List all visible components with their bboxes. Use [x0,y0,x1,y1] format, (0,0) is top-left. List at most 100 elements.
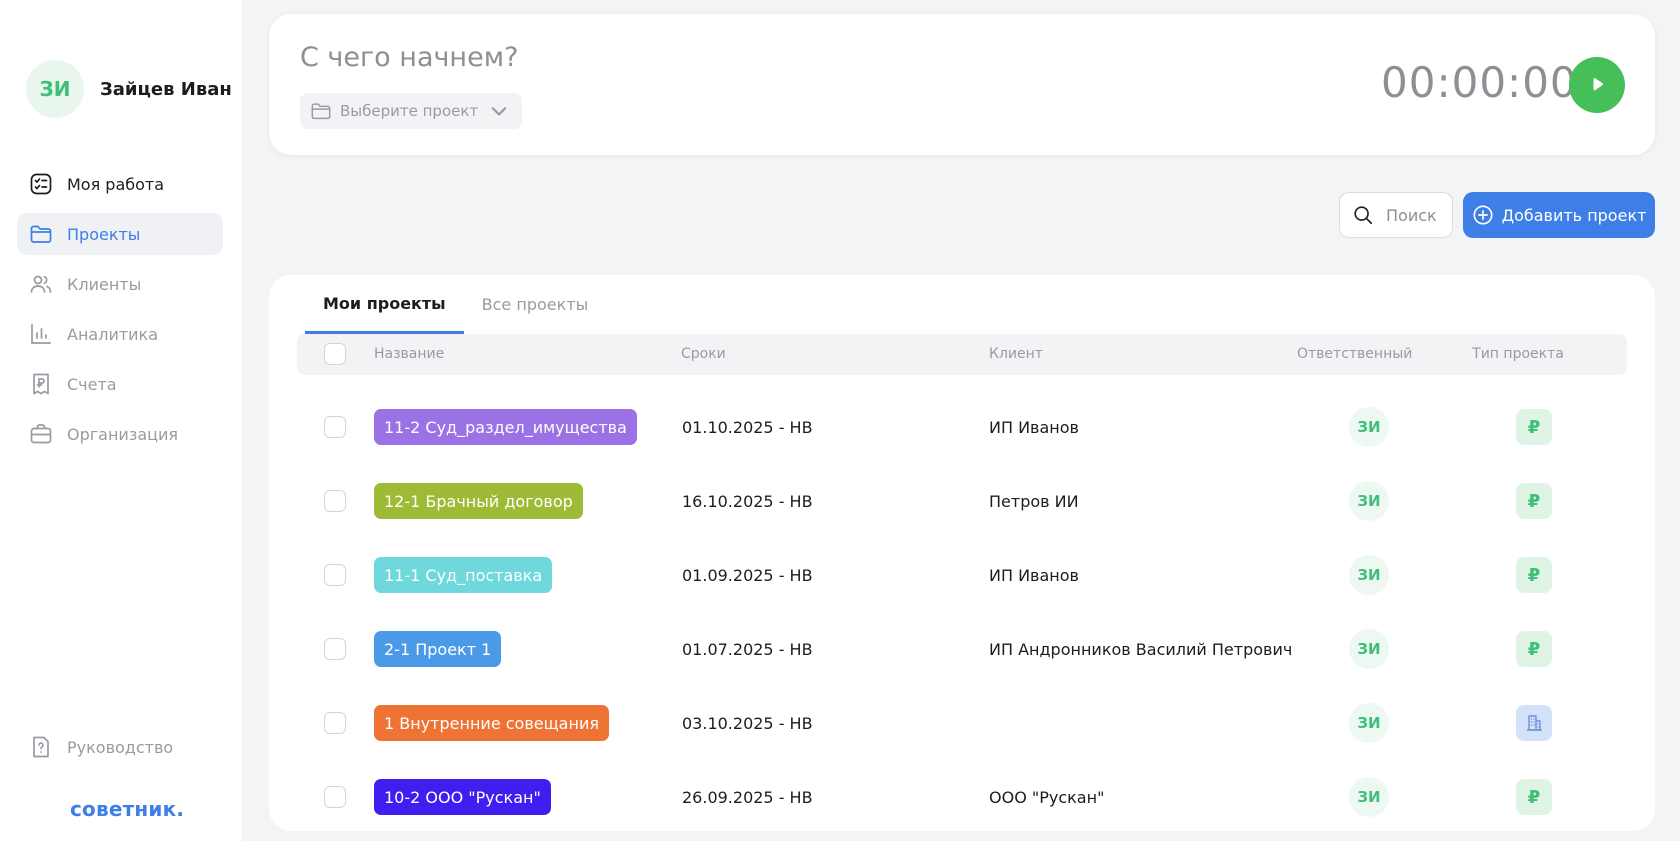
tab-all-projects[interactable]: Все проекты [464,275,607,334]
owner-avatar: ЗИ [1349,481,1389,521]
ruble-icon: ₽ [1516,483,1552,519]
nav-label: Счета [67,374,117,394]
nav-label: Аналитика [67,324,159,344]
column-header-type[interactable]: Тип проекта [1469,334,1567,375]
search-icon [1354,206,1373,225]
owner-cell: ЗИ [1349,390,1389,464]
project-name-cell: 10-2 ООО "Рускан" [374,760,551,831]
nav-item-my-work[interactable]: Моя работа [17,163,223,205]
column-header-dates[interactable]: Сроки [681,334,726,375]
search-box[interactable] [1339,192,1453,238]
type-cell: ₽ [1516,390,1552,464]
project-name-cell: 2-1 Проект 1 [374,612,502,686]
project-tag[interactable]: 11-2 Суд_раздел_имущества [374,409,637,445]
nav-label: Проекты [67,224,141,244]
folder-icon [311,103,331,120]
invoice-icon [33,373,49,395]
briefcase-icon [30,424,52,444]
project-tag[interactable]: 11-1 Суд_поставка [374,557,553,593]
type-cell [1516,686,1552,760]
nav-item-projects[interactable]: Проекты [17,213,223,255]
nav-item-analytics[interactable]: Аналитика [17,313,223,355]
project-dates: 01.07.2025 - НВ [682,639,813,659]
nav-label: Организация [67,424,179,444]
timer-card: С чего начнем? Выберите проект 00:00:00 [269,14,1655,155]
row-checkbox[interactable] [324,490,346,512]
tab-my-projects[interactable]: Мои проекты [305,275,464,334]
project-dates: 01.10.2025 - НВ [682,417,813,437]
bottom-nav: Руководство [17,726,223,776]
project-select[interactable]: Выберите проект [300,93,523,129]
row-checkbox[interactable] [324,416,346,438]
building-icon [1516,705,1552,741]
project-dates: 03.10.2025 - НВ [682,713,813,733]
project-name-cell: 11-1 Суд_поставка [374,538,553,612]
main-nav: Моя работа Проекты Клиенты Аналитика Сче… [17,163,223,463]
folder-icon [30,225,52,243]
column-header-name[interactable]: Название [374,334,444,375]
row-checkbox[interactable] [324,712,346,734]
project-tag[interactable]: 12-1 Брачный договор [374,483,583,519]
project-tag[interactable]: 2-1 Проект 1 [374,631,502,667]
user-name: Зайцев Иван [100,78,232,100]
select-all-checkbox[interactable] [324,343,346,365]
type-cell: ₽ [1516,612,1552,686]
checklist-icon [30,173,52,195]
project-name-cell: 12-1 Брачный договор [374,464,583,538]
nav-item-organization[interactable]: Организация [17,413,223,455]
column-header-owner[interactable]: Ответственный [1297,334,1412,375]
table-row[interactable]: 12-1 Брачный договор 16.10.2025 - НВ Пет… [269,464,1655,538]
row-checkbox[interactable] [324,564,346,586]
owner-cell: ЗИ [1349,760,1389,831]
add-project-button[interactable]: Добавить проект [1463,192,1655,238]
projects-table-card: Мои проекты Все проекты Название Сроки К… [269,275,1655,831]
project-tabs: Мои проекты Все проекты [305,275,606,334]
owner-avatar: ЗИ [1349,555,1389,595]
table-row[interactable]: 11-2 Суд_раздел_имущества 01.10.2025 - Н… [269,390,1655,464]
search-input[interactable] [1384,204,1448,226]
type-cell: ₽ [1516,538,1552,612]
nav-item-guide[interactable]: Руководство [17,726,223,768]
column-header-client[interactable]: Клиент [989,334,1043,375]
owner-cell: ЗИ [1349,538,1389,612]
table-header: Название Сроки Клиент Ответственный Тип … [297,334,1627,375]
project-client: ИП Иванов [989,417,1079,437]
user-profile[interactable]: ЗИ Зайцев Иван [26,60,232,118]
chevron-down-icon [491,107,507,116]
project-name-cell: 1 Внутренние совещания [374,686,609,760]
nav-item-clients[interactable]: Клиенты [17,263,223,305]
ruble-icon: ₽ [1516,557,1552,593]
project-tag[interactable]: 10-2 ООО "Рускан" [374,779,551,815]
owner-cell: ЗИ [1349,464,1389,538]
owner-avatar: ЗИ [1349,703,1389,743]
table-row[interactable]: 1 Внутренние совещания 03.10.2025 - НВ З… [269,686,1655,760]
plus-circle-icon [1473,205,1493,225]
nav-label: Моя работа [67,174,165,194]
brand-logo[interactable]: советник. [70,797,184,821]
sidebar: ЗИ Зайцев Иван Моя работа Проекты Клиент… [0,0,242,841]
row-checkbox[interactable] [324,638,346,660]
ruble-icon: ₽ [1516,409,1552,445]
nav-label: Руководство [67,737,174,757]
timer-display: 00:00:00 [1381,58,1578,107]
nav-label: Клиенты [67,274,142,294]
play-icon [1593,78,1604,91]
type-cell: ₽ [1516,760,1552,831]
owner-avatar: ЗИ [1349,777,1389,817]
nav-item-invoices[interactable]: Счета [17,363,223,405]
user-avatar: ЗИ [26,60,84,118]
table-row[interactable]: 2-1 Проект 1 01.07.2025 - НВ ИП Андронни… [269,612,1655,686]
project-tag[interactable]: 1 Внутренние совещания [374,705,609,741]
table-row[interactable]: 10-2 ООО "Рускан" 26.09.2025 - НВ ООО "Р… [269,760,1655,831]
project-name-cell: 11-2 Суд_раздел_имущества [374,390,637,464]
table-row[interactable]: 11-1 Суд_поставка 01.09.2025 - НВ ИП Ива… [269,538,1655,612]
bar-chart-icon [31,324,51,344]
add-project-label: Добавить проект [1501,205,1647,225]
project-dates: 26.09.2025 - НВ [682,787,813,807]
project-client: ИП Иванов [989,565,1079,585]
task-prompt[interactable]: С чего начнем? [300,42,518,73]
start-timer-button[interactable] [1569,57,1625,113]
project-client: ИП Андронников Василий Петрович [989,639,1293,659]
project-dates: 01.09.2025 - НВ [682,565,813,585]
row-checkbox[interactable] [324,786,346,808]
